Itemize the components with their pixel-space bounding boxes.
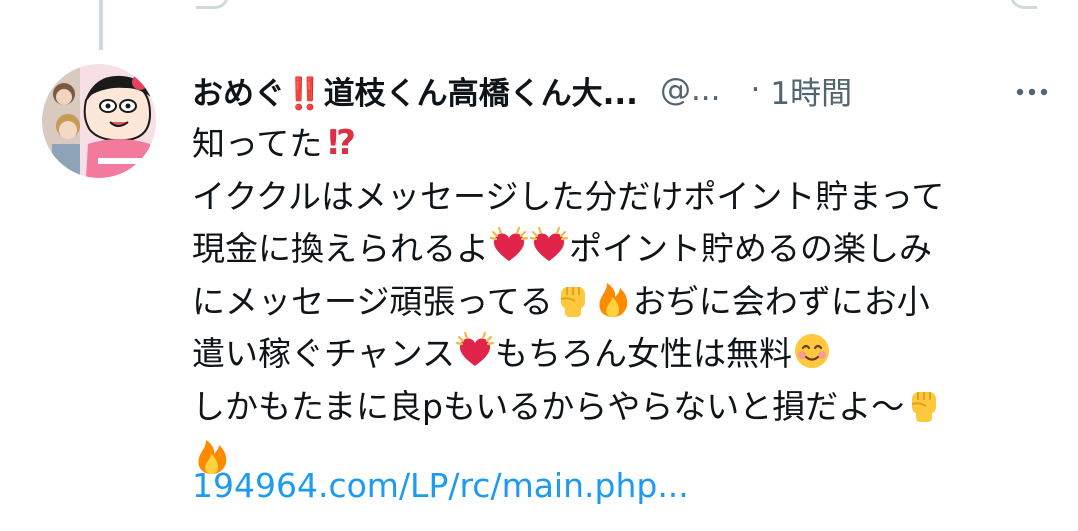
- avatar[interactable]: [42, 64, 156, 178]
- previous-tweet-edge: [196, 0, 229, 9]
- smiling-face-icon: [792, 331, 832, 371]
- tweet-text-segment: 遣い稼ぐチャンス: [192, 334, 456, 373]
- tweet-line: 現金に換えられるよ ポイント貯めるの楽しみ: [192, 223, 1052, 276]
- raised-fist-icon: [904, 384, 944, 424]
- tweet-text-segment: おぢに会わずにお小: [632, 281, 930, 321]
- timestamp[interactable]: 1時間: [770, 68, 852, 113]
- more-dots-icon: [1016, 88, 1048, 96]
- tweet-text-segment: 知ってた: [192, 124, 323, 163]
- tweet-text-segment: イククルはメッセージした分だけポイント貯まって: [192, 176, 945, 216]
- tweet-line: 知ってた ⁉: [192, 118, 1052, 171]
- tweet-text-segment: にメッセージ頑張ってる: [192, 281, 553, 321]
- user-handle[interactable]: @...: [660, 72, 721, 108]
- tweet-text-segment: もちろん女性は無料: [495, 334, 793, 373]
- tweet-line: イククルはメッセージした分だけポイント貯まって: [192, 171, 1052, 224]
- more-options-button[interactable]: [1012, 74, 1052, 106]
- tweet-line: にメッセージ頑張ってる おぢに会わずにお小: [192, 276, 1052, 329]
- beating-heart-icon: [489, 226, 529, 266]
- thread-connector-line: [99, 0, 103, 50]
- raised-fist-icon: [553, 279, 593, 319]
- tweet-line: 遣い稼ぐチャンス もちろん女性は無料: [192, 328, 1052, 381]
- tweet-text-segment: しかもたまに良pもいるからやらないと損だよ〜: [192, 386, 905, 426]
- tweet-text-segment: ポイント貯めるの楽しみ: [569, 229, 932, 268]
- tweet-text: 知ってた ⁉ イククルはメッセージした分だけポイント貯まって 現金に換えられるよ ポイ…: [192, 118, 1052, 486]
- beating-heart-icon: [529, 226, 569, 266]
- avatar-collage-icon: [42, 64, 156, 178]
- display-name[interactable]: おめぐ‼️道枝くん高橋くん大...: [192, 68, 638, 113]
- tweet-header: おめぐ‼️道枝くん高橋くん大... @... · 1時間: [192, 66, 1052, 114]
- tweet-link[interactable]: 194964.com/LP/rc/main.php...: [192, 466, 689, 505]
- tweet-text-segment: 現金に換えられるよ: [192, 229, 489, 268]
- svg-text:⁉: ⁉: [328, 123, 356, 161]
- interrobang-icon: ⁉: [322, 121, 362, 161]
- previous-tweet-edge-right: [1010, 0, 1037, 9]
- tweet-line: しかもたまに良pもいるからやらないと損だよ〜: [192, 381, 1052, 434]
- separator-dot: ·: [750, 72, 761, 108]
- fire-icon: [593, 279, 633, 319]
- beating-heart-icon: [455, 331, 495, 371]
